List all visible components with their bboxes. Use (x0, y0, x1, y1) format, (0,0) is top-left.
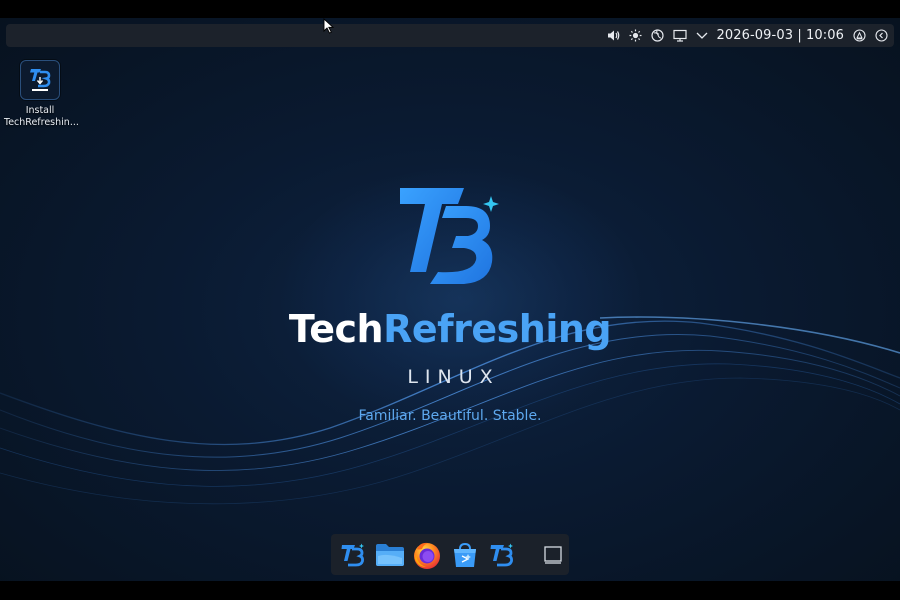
desktop-background: 2026-09-03 | 10:06 Install TechRefreshin… (0, 18, 900, 581)
software-store-button[interactable] (449, 539, 480, 571)
background-waves (0, 316, 900, 505)
desktop-icon-label: Install TechRefreshin... (4, 105, 79, 128)
volume-icon[interactable] (607, 29, 620, 42)
user-switch-icon[interactable] (853, 29, 866, 42)
display-icon[interactable] (672, 29, 687, 42)
power-icon[interactable] (875, 29, 888, 42)
app-menu-icon (341, 543, 364, 566)
software-store-icon (453, 542, 476, 567)
mouse-cursor-icon (323, 18, 334, 34)
show-desktop-icon (544, 545, 562, 564)
firefox-icon (414, 542, 441, 569)
welcome-app-icon (490, 543, 514, 566)
firefox-button[interactable] (412, 539, 443, 571)
file-manager-button[interactable] (374, 539, 405, 571)
app-menu-button[interactable] (337, 539, 368, 571)
network-icon[interactable] (650, 29, 664, 42)
top-panel: 2026-09-03 | 10:06 (6, 24, 894, 47)
chevron-down-icon[interactable] (696, 29, 708, 42)
system-tray: 2026-09-03 | 10:06 (607, 24, 888, 47)
techrefreshing-logo-icon (400, 188, 499, 284)
brand-subtitle: LINUX (407, 366, 500, 388)
show-desktop-button[interactable] (538, 539, 569, 571)
brand-title: TechRefreshing (288, 307, 612, 351)
welcome-app-button[interactable] (486, 539, 517, 571)
brand-tagline: Familiar. Beautiful. Stable. (358, 408, 542, 424)
file-manager-icon (376, 543, 405, 566)
taskbar-dock (331, 534, 569, 575)
brightness-icon[interactable] (629, 29, 642, 42)
installer-icon (20, 60, 60, 100)
desktop-icon-installer[interactable]: Install TechRefreshin... (4, 60, 79, 129)
clock[interactable]: 2026-09-03 | 10:06 (717, 28, 844, 43)
